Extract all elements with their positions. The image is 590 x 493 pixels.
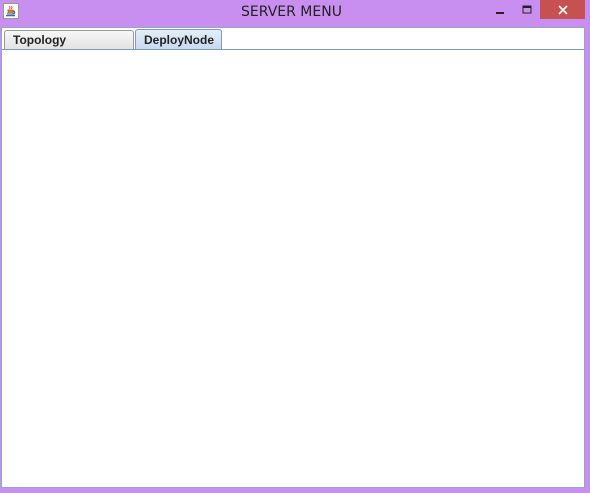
minimize-icon (496, 12, 504, 14)
maximize-button[interactable] (514, 0, 540, 20)
tabbed-pane: Topology Construct DeployNode (1, 27, 585, 488)
server-menu-window: SERVER MENU Topology Construct DeployNod… (0, 0, 590, 493)
tab-topology-construct[interactable]: Topology Construct (4, 30, 134, 66)
title-bar[interactable]: SERVER MENU (0, 0, 590, 24)
tab-deploynode[interactable]: DeployNode (135, 29, 222, 50)
maximize-icon (522, 5, 532, 14)
close-icon (557, 4, 568, 15)
deploynode-panel (2, 50, 584, 487)
close-button[interactable] (540, 0, 585, 19)
minimize-button[interactable] (487, 0, 513, 20)
tab-strip: Topology Construct DeployNode (2, 28, 584, 66)
